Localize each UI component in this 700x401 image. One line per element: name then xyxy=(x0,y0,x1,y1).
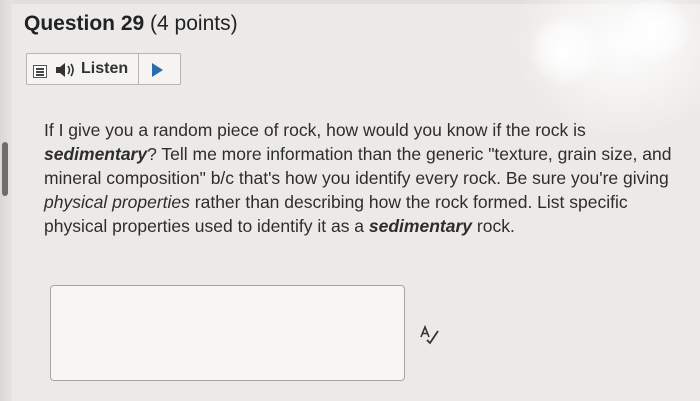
question-number: Question 29 xyxy=(24,12,145,35)
prompt-emphasis: sedimentary xyxy=(368,216,473,236)
play-icon[interactable] xyxy=(152,63,163,77)
question-title: Question 29 (4 points) xyxy=(24,12,238,36)
listen-toolbar: Listen xyxy=(26,53,181,85)
screen-glare-spot xyxy=(620,0,690,60)
scroll-handle[interactable] xyxy=(2,142,8,196)
menu-icon[interactable] xyxy=(33,65,47,78)
prompt-emphasis: physical properties xyxy=(44,192,190,212)
toolbar-divider xyxy=(138,54,139,84)
question-prompt: If I give you a random piece of rock, ho… xyxy=(44,118,694,238)
spellcheck-icon[interactable] xyxy=(418,325,440,345)
answer-input[interactable] xyxy=(50,285,405,381)
prompt-text: If I give you a random piece of rock, ho… xyxy=(44,120,586,140)
top-border xyxy=(12,0,700,4)
prompt-text: rock. xyxy=(472,216,515,236)
listen-button[interactable]: Listen xyxy=(81,60,128,78)
screen-glare-spot xyxy=(530,15,600,85)
question-points: (4 points) xyxy=(150,12,238,35)
prompt-emphasis: sedimentary xyxy=(44,144,148,164)
left-edge xyxy=(0,0,12,401)
speaker-icon[interactable] xyxy=(53,61,77,79)
